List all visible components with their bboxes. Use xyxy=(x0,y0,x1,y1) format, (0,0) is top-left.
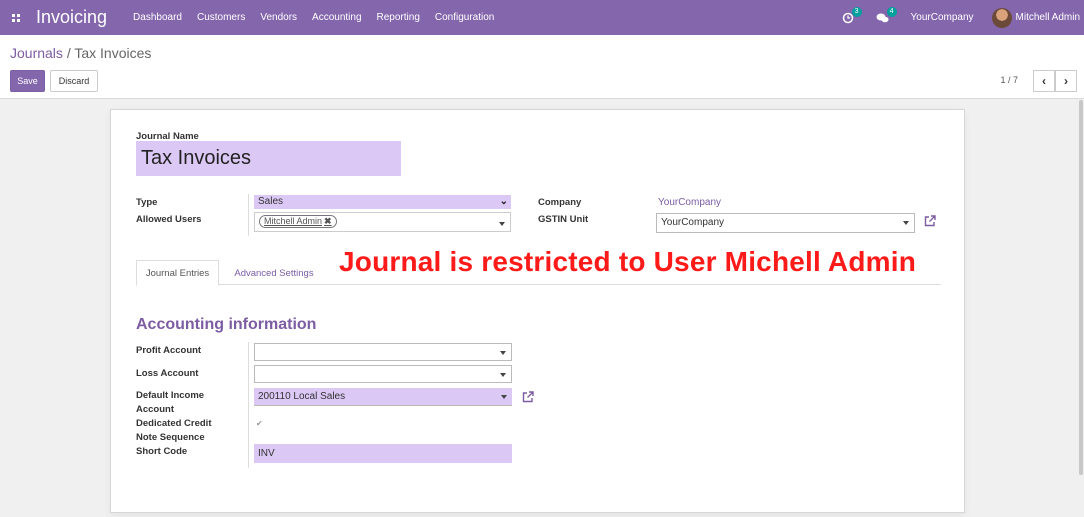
message-count-badge: 4 xyxy=(886,6,897,17)
app-title[interactable]: Invoicing xyxy=(36,7,107,28)
external-link-icon[interactable] xyxy=(521,390,535,404)
pager-value[interactable]: 1 / 7 xyxy=(1000,75,1018,85)
company-label: Company xyxy=(538,197,582,208)
apps-menu-icon[interactable] xyxy=(2,0,30,35)
journal-name-input[interactable]: Tax Invoices xyxy=(136,141,401,176)
menu-accounting[interactable]: Accounting xyxy=(312,12,361,23)
type-select[interactable]: Sales ⌄ xyxy=(254,195,511,209)
gstin-unit-label: GSTIN Unit xyxy=(538,214,589,225)
chevron-right-icon: › xyxy=(1064,74,1068,88)
company-switcher[interactable]: YourCompany xyxy=(911,12,974,23)
profit-account-select[interactable] xyxy=(254,343,512,361)
breadcrumb-journals[interactable]: Journals xyxy=(10,45,63,61)
caret-down-icon xyxy=(500,351,506,355)
allowed-users-label: Allowed Users xyxy=(136,214,202,225)
default-income-value: 200110 Local Sales xyxy=(258,391,346,402)
scrollbar-thumb[interactable] xyxy=(1079,100,1083,475)
tab-journal-entries[interactable]: Journal Entries xyxy=(136,260,219,286)
dedicated-credit-checkbox[interactable]: ✔ xyxy=(256,419,265,428)
menu-reporting[interactable]: Reporting xyxy=(377,12,420,23)
avatar[interactable] xyxy=(991,7,1012,28)
pager-next-button[interactable]: › xyxy=(1055,70,1077,92)
control-panel: Journals / Tax Invoices Save Discard 1 /… xyxy=(0,35,1084,99)
pager-previous-button[interactable]: ‹ xyxy=(1033,70,1055,92)
user-menu[interactable]: Mitchell Admin xyxy=(1016,12,1080,23)
field-separator xyxy=(248,342,249,468)
breadcrumb-current: Tax Invoices xyxy=(74,45,152,61)
profit-account-label: Profit Account xyxy=(136,345,202,356)
breadcrumb: Journals / Tax Invoices xyxy=(10,45,151,61)
annotation-text: Journal is restricted to User Michell Ad… xyxy=(339,246,917,277)
menu-dashboard[interactable]: Dashboard xyxy=(133,12,182,23)
tab-advanced-settings[interactable]: Advanced Settings xyxy=(229,260,319,286)
save-button[interactable]: Save xyxy=(10,70,45,92)
loss-account-select[interactable] xyxy=(254,365,512,383)
short-code-label: Short Code xyxy=(136,446,188,457)
caret-down-icon xyxy=(499,222,505,226)
default-income-label-2: Account xyxy=(136,404,174,415)
form-sheet: Journal Name Tax Invoices Type Sales ⌄ A… xyxy=(110,109,965,513)
external-link-icon[interactable] xyxy=(923,214,937,228)
chevron-left-icon: ‹ xyxy=(1042,74,1046,88)
default-income-select[interactable]: 200110 Local Sales xyxy=(254,388,512,406)
default-income-label-1: Default Income xyxy=(136,390,205,401)
menu-vendors[interactable]: Vendors xyxy=(260,12,297,23)
type-value: Sales xyxy=(258,196,284,207)
menu-customers[interactable]: Customers xyxy=(197,12,245,23)
caret-down-icon xyxy=(501,395,507,399)
breadcrumb-separator: / xyxy=(66,45,71,61)
short-code-input[interactable]: INV xyxy=(254,444,512,463)
loss-account-label: Loss Account xyxy=(136,368,199,379)
activity-count-badge: 3 xyxy=(851,6,862,17)
user-tag-label: Mitchell Admin xyxy=(264,216,323,226)
menu-configuration[interactable]: Configuration xyxy=(435,12,494,23)
close-icon[interactable]: ✖ xyxy=(324,216,332,226)
dedicated-credit-label-2: Note Sequence xyxy=(136,432,205,443)
caret-down-icon xyxy=(500,373,506,377)
company-link[interactable]: YourCompany xyxy=(658,197,721,208)
type-label: Type xyxy=(136,197,158,208)
field-separator xyxy=(248,194,249,236)
activity-button[interactable]: 3 xyxy=(842,6,862,24)
user-tag: Mitchell Admin ✖ xyxy=(259,215,337,228)
accounting-section-title: Accounting information xyxy=(136,316,317,333)
main-menu: Dashboard Customers Vendors Accounting R… xyxy=(133,12,509,23)
navbar-right: 3 4 YourCompany Mitchell Admin xyxy=(842,0,1084,35)
messages-button[interactable]: 4 xyxy=(876,6,897,24)
top-navbar: Invoicing Dashboard Customers Vendors Ac… xyxy=(0,0,1084,35)
caret-down-icon xyxy=(903,221,909,225)
discard-button[interactable]: Discard xyxy=(50,70,98,92)
allowed-users-input[interactable]: Mitchell Admin ✖ xyxy=(254,212,511,232)
dedicated-credit-label-1: Dedicated Credit xyxy=(136,418,212,429)
gstin-unit-value: YourCompany xyxy=(661,217,725,228)
gstin-unit-select[interactable]: YourCompany xyxy=(656,213,915,233)
chevron-down-icon: ⌄ xyxy=(499,196,508,207)
